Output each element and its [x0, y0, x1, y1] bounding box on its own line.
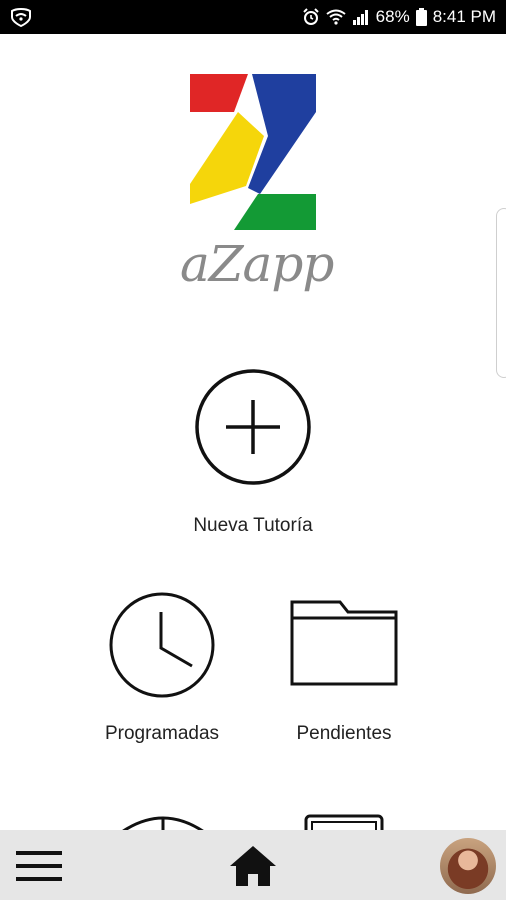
alarm-icon	[302, 8, 320, 26]
pending-label: Pendientes	[296, 723, 392, 744]
status-bar: 68% 8:41 PM	[0, 0, 506, 34]
azapp-logo	[190, 74, 316, 230]
battery-icon	[415, 8, 427, 26]
wifi-icon	[326, 9, 346, 25]
clock-icon	[109, 592, 215, 703]
status-time: 8:41 PM	[432, 7, 496, 26]
user-avatar[interactable]	[440, 838, 496, 894]
folder-icon	[288, 592, 400, 703]
partially-visible-actions	[0, 812, 506, 830]
new-tutoring-button[interactable]: Nueva Tutoría	[153, 368, 353, 537]
battery-percent: 68%	[375, 7, 410, 26]
new-tutoring-label: Nueva Tutoría	[193, 515, 313, 536]
signal-icon	[352, 9, 370, 25]
shield-icon	[10, 7, 32, 27]
pending-button[interactable]: Pendientes	[264, 592, 424, 745]
scheduled-button[interactable]: Programadas	[82, 592, 242, 745]
home-icon[interactable]	[228, 844, 278, 888]
logo-wordmark: aZapp	[180, 235, 334, 293]
scheduled-label: Programadas	[104, 723, 220, 744]
plus-circle-icon	[194, 368, 312, 491]
hamburger-menu-icon[interactable]	[16, 850, 64, 882]
bottom-navigation	[0, 830, 506, 900]
side-drawer-handle[interactable]	[496, 208, 506, 378]
